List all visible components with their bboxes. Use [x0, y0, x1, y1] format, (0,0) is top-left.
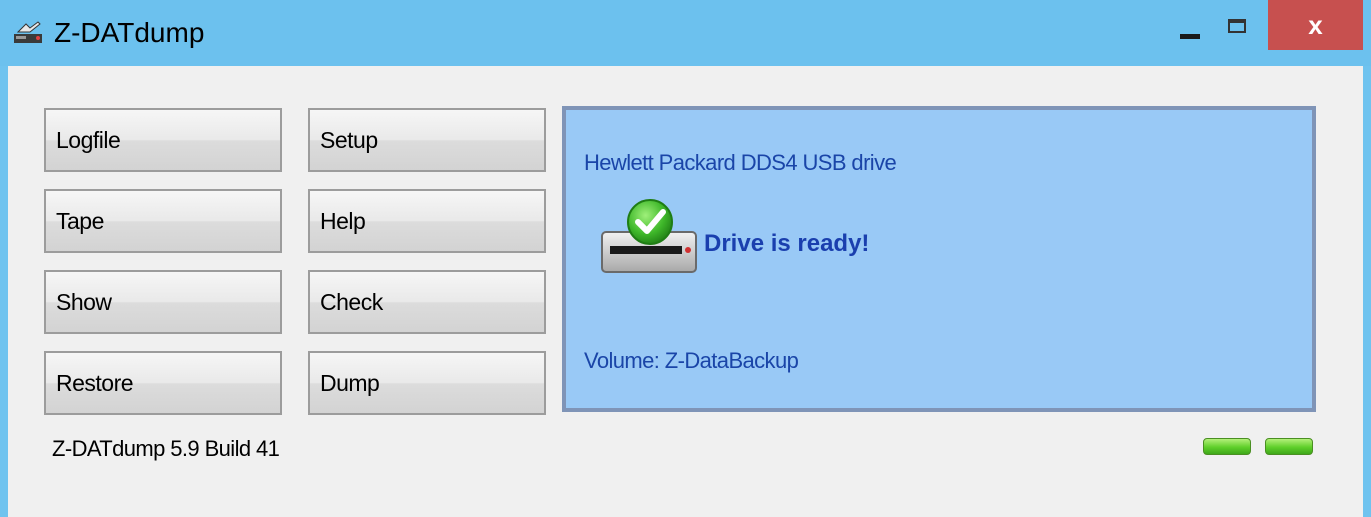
- help-button[interactable]: Help: [308, 189, 546, 253]
- show-button[interactable]: Show: [44, 270, 282, 334]
- tape-button[interactable]: Tape: [44, 189, 282, 253]
- check-button[interactable]: Check: [308, 270, 546, 334]
- close-button[interactable]: x: [1268, 0, 1363, 50]
- version-label: Z-DATdump 5.9 Build 41: [52, 436, 280, 461]
- logfile-button[interactable]: Logfile: [44, 108, 282, 172]
- status-led-2: [1265, 438, 1313, 455]
- drive-ready-check-icon: [601, 199, 697, 273]
- drive-status-label: Drive is ready!: [704, 230, 870, 257]
- drive-status-panel: Hewlett Packard DDS4 USB drive Drive is …: [562, 106, 1316, 412]
- volume-label: Volume: Z-DataBackup: [584, 348, 799, 373]
- window-title: Z-DATdump: [54, 17, 205, 48]
- status-led-1: [1203, 438, 1251, 455]
- maximize-button[interactable]: [1214, 0, 1262, 50]
- drive-name-label: Hewlett Packard DDS4 USB drive: [584, 150, 897, 175]
- title-bar[interactable]: Z-DATdump x: [0, 0, 1371, 66]
- app-icon: [14, 21, 42, 43]
- dump-button[interactable]: Dump: [308, 351, 546, 415]
- minimize-button[interactable]: [1166, 0, 1214, 50]
- restore-button[interactable]: Restore: [44, 351, 282, 415]
- setup-button[interactable]: Setup: [308, 108, 546, 172]
